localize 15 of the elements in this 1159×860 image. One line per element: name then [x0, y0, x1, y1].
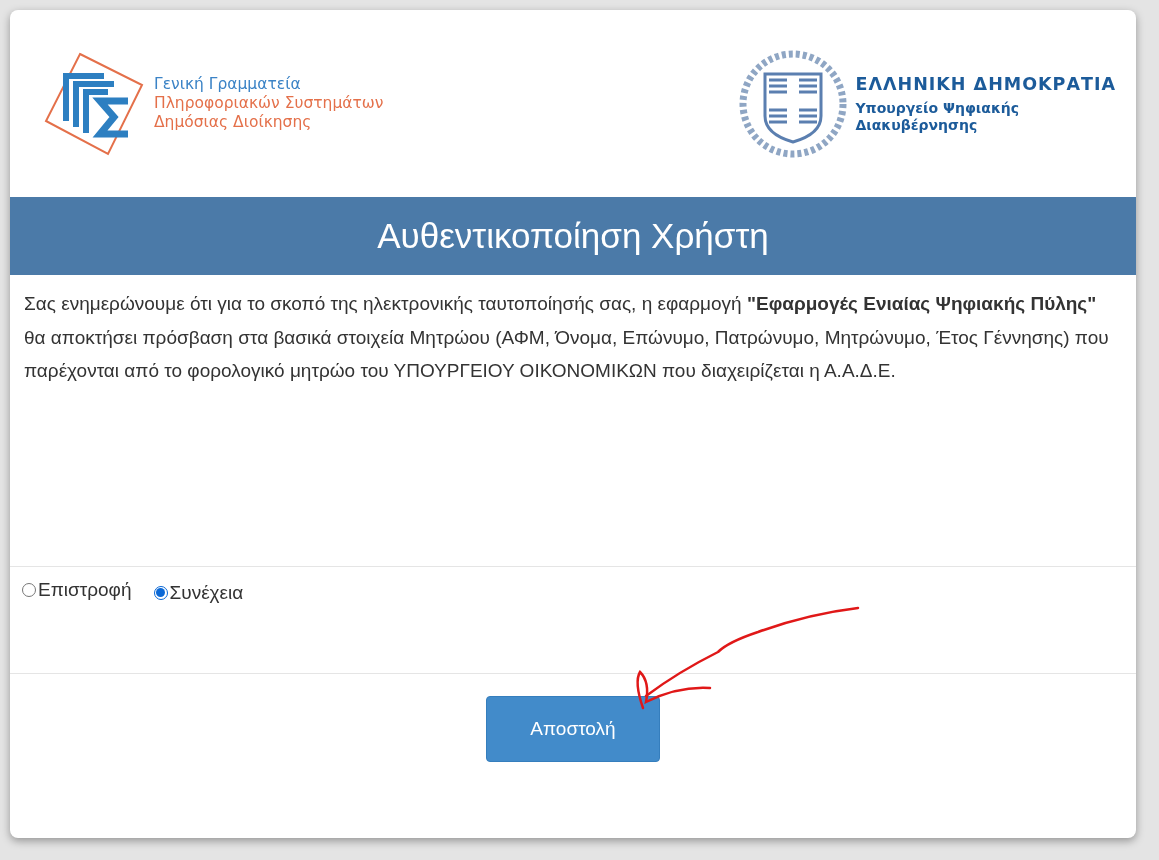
radio-button[interactable] [22, 583, 36, 597]
consent-message: Σας ενημερώνουμε ότι για το σκοπό της ηλεκτρονικής ταυτοποίησής σας, η εφαρμογή "Εφαρμογές Ενιαίας Ψηφιακής Πύλης" θα αποκτήσει πρόσβαση στα βασικά στοιχεία Μητρώου (ΑΦΜ, Όνομα, Επώνυμο, Πατρώνυμο, Μητρώνυμο, Έτος Γέννησης) που παρέχονται από το φορολογικό μητρώο του ΥΠΟΥΡΓΕΙΟΥ ΟΙΚΟΝΟΜΙΚΩΝ που διαχειρίζεται η Α.Α.Δ.Ε. [23, 292, 1110, 383]
logo-icon [42, 50, 146, 157]
submit-button[interactable]: Αποστολή [486, 696, 660, 762]
logo-text: Γενική Γραμματεία [154, 75, 302, 94]
ministry-text: Διακυβέρνησης [855, 116, 979, 134]
radio-label[interactable]: Συνέχεια [169, 581, 244, 604]
logo-text: Πληροφοριακών Συστημάτων [154, 94, 384, 113]
emblem-icon [739, 49, 848, 158]
ministry-text: Υπουργείο Ψηφιακής [855, 99, 1021, 117]
radio-label[interactable]: Επιστροφή [38, 579, 132, 601]
page-title: Αυθεντικοποίηση Χρήστη [377, 216, 769, 256]
country-title: ΕΛΛΗΝΙΚΗ ΔΗΜΟΚΡΑΤΙΑ [855, 73, 1116, 94]
radio-button[interactable] [153, 585, 168, 600]
logo-text: Δημόσιας Διοίκησης [154, 113, 313, 132]
